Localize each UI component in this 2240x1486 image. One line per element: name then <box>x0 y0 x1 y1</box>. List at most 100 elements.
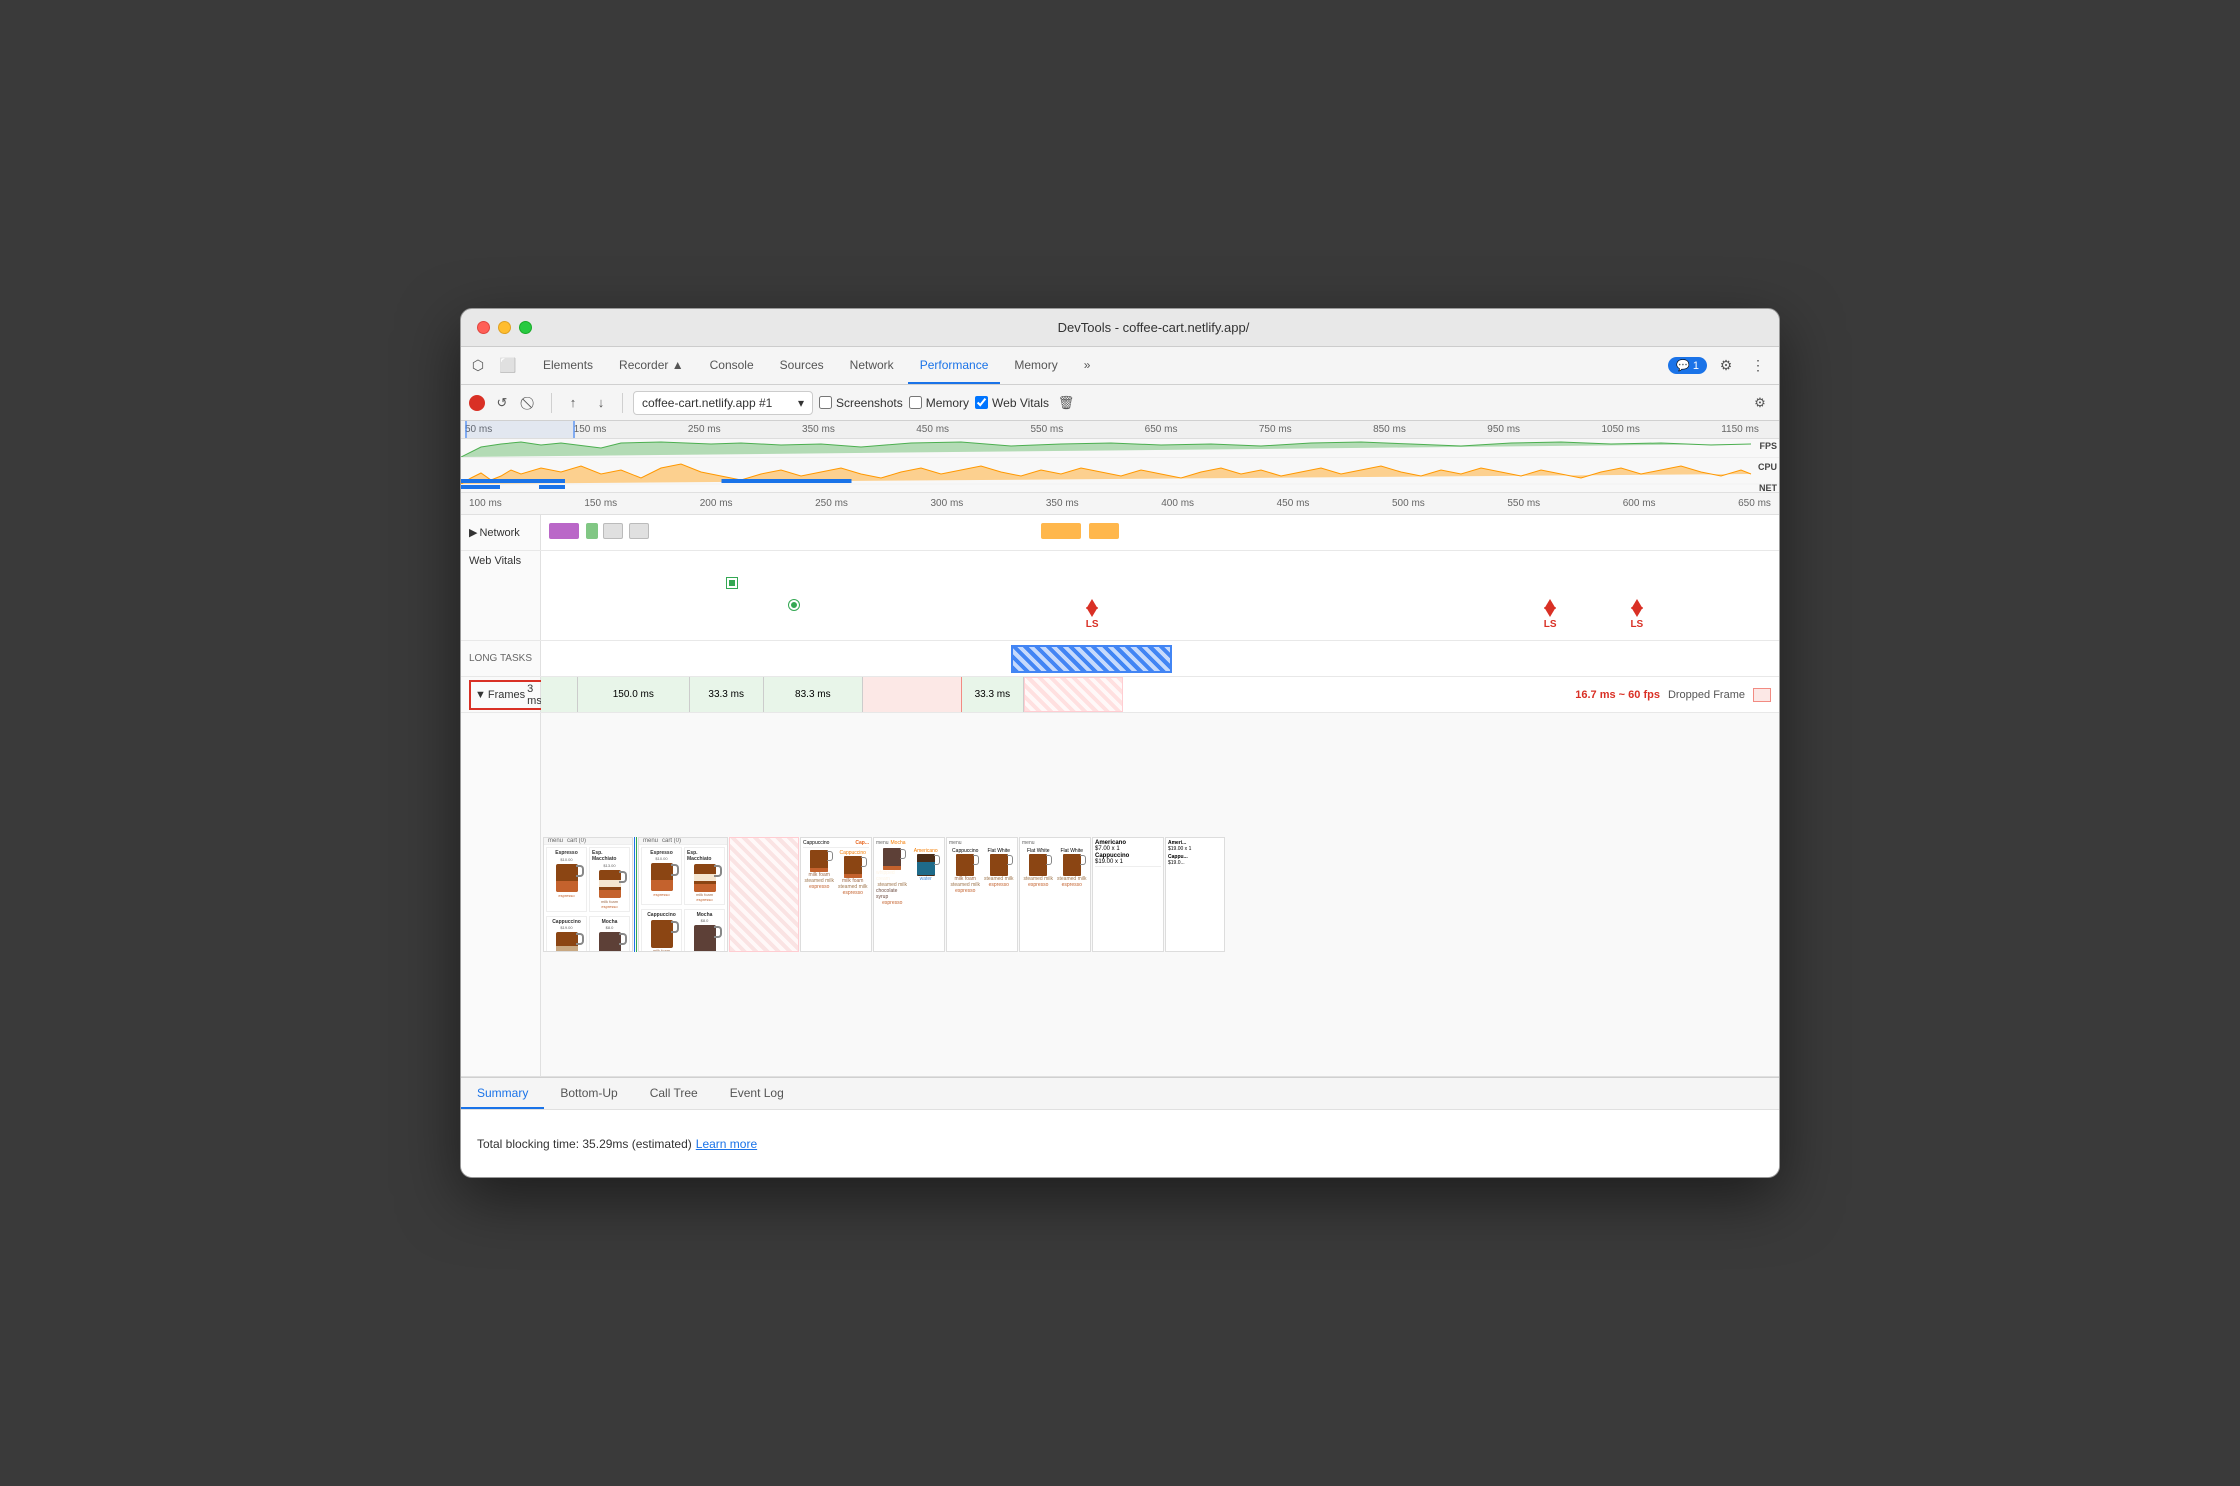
tracks-area: ▶ Network Web Vitals <box>461 515 1779 1077</box>
screenshot-thumb-6[interactable]: menu Flat White steamed milk espresso <box>1019 837 1091 952</box>
tab-performance[interactable]: Performance <box>908 347 1001 384</box>
tab-call-tree[interactable]: Call Tree <box>634 1078 714 1109</box>
save-profile-button[interactable]: ↓ <box>590 392 612 414</box>
learn-more-link[interactable]: Learn more <box>696 1137 757 1151</box>
tab-summary[interactable]: Summary <box>461 1078 544 1109</box>
tab-event-log[interactable]: Event Log <box>714 1078 800 1109</box>
more-options-icon[interactable]: ⋮ <box>1745 353 1771 379</box>
frame-seg-3[interactable]: 33.3 ms <box>690 677 764 712</box>
reload-record-button[interactable]: ↺ <box>491 392 513 414</box>
screenshot-thumb-8[interactable]: Ameri... $19.00 x 1 Cappu... $19.0... <box>1165 837 1225 952</box>
screenshots-checkbox[interactable] <box>819 396 832 409</box>
net-request-6[interactable] <box>1089 523 1119 539</box>
frames-selected-ms: 3 ms <box>527 683 542 707</box>
net-row: NET <box>461 485 1779 493</box>
frame-seg-2[interactable]: 150.0 ms <box>578 677 689 712</box>
tab-bottom-up[interactable]: Bottom-Up <box>544 1078 633 1109</box>
main-ruler-300ms: 300 ms <box>931 498 964 509</box>
ruler-mark-1150ms: 1150 ms <box>1721 424 1759 435</box>
screenshot-thumb-2[interactable]: menucart (0) Espresso $10.00 espresso <box>638 837 728 952</box>
net-request-3[interactable] <box>603 523 623 539</box>
frame-dropped-2[interactable] <box>1024 677 1123 712</box>
url-selector[interactable]: coffee-cart.netlify.app #1 ▾ <box>633 391 813 415</box>
long-tasks-content <box>541 641 1779 676</box>
tab-recorder[interactable]: Recorder ▲ <box>607 347 696 384</box>
wv-dot-1 <box>727 578 737 588</box>
screenshot-thumb-5[interactable]: menu Cappuccino milk foam steamed milk <box>946 837 1018 952</box>
ruler-mark-850ms: 850 ms <box>1373 424 1406 435</box>
frame-seg-1[interactable] <box>541 677 578 712</box>
memory-checkbox[interactable] <box>909 396 922 409</box>
tab-elements[interactable]: Elements <box>531 347 605 384</box>
selection-region[interactable] <box>465 421 575 438</box>
minimize-button[interactable] <box>498 321 511 334</box>
close-button[interactable] <box>477 321 490 334</box>
long-task-bar[interactable] <box>1011 645 1172 673</box>
dropped-frame-notice: 16.7 ms ~ 60 fps Dropped Frame <box>1575 688 1771 702</box>
main-ruler-350ms: 350 ms <box>1046 498 1079 509</box>
capture-settings-button[interactable]: ⚙ <box>1749 392 1771 414</box>
frames-track-content[interactable]: 150.0 ms 33.3 ms 83.3 ms 33.3 ms 16.7 ms… <box>541 677 1779 712</box>
cpu-label: CPU <box>1758 462 1777 472</box>
screenshot-thumb-7[interactable]: Americano $7.00 x 1 Cappuccino $19.00 x … <box>1092 837 1164 952</box>
tab-sources[interactable]: Sources <box>768 347 836 384</box>
webvitals-checkbox[interactable] <box>975 396 988 409</box>
frame-dropped-1[interactable] <box>863 677 962 712</box>
frames-track: ▼ Frames 3 ms 150.0 ms 33.3 ms 83.3 ms 3… <box>461 677 1779 713</box>
frames-label[interactable]: ▼ Frames 3 ms <box>461 677 541 712</box>
screenshots-label-area <box>461 713 541 1076</box>
record-button[interactable] <box>469 395 485 411</box>
frame-seg-5[interactable]: 33.3 ms <box>962 677 1024 712</box>
long-tasks-label: LONG TASKS <box>461 641 541 676</box>
net-request-4[interactable] <box>629 523 649 539</box>
settings-icon[interactable]: ⚙ <box>1713 353 1739 379</box>
tab-bar-left-icons: ⬡ ⬜ <box>465 347 529 384</box>
load-profile-button[interactable]: ↑ <box>562 392 584 414</box>
main-ruler-200ms: 200 ms <box>700 498 733 509</box>
main-ruler-500ms: 500 ms <box>1392 498 1425 509</box>
toolbar: ↺ ⃠ ↑ ↓ coffee-cart.netlify.app #1 ▾ Scr… <box>461 385 1779 421</box>
device-mode-icon[interactable]: ⬜ <box>495 353 521 379</box>
ruler-mark-350ms: 350 ms <box>802 424 835 435</box>
screenshot-thumb-3[interactable]: CappuccinoCap... milk foam steamed mi <box>800 837 872 952</box>
frame-seg-4[interactable]: 83.3 ms <box>764 677 863 712</box>
tab-more[interactable]: » <box>1072 347 1103 384</box>
screenshots-checkbox-group[interactable]: Screenshots <box>819 396 903 410</box>
tab-bar-right: 💬 1 ⚙ ⋮ <box>1668 347 1775 384</box>
net-request-1[interactable] <box>549 523 579 539</box>
inspect-icon[interactable]: ⬡ <box>465 353 491 379</box>
ruler-mark-650ms: 650 ms <box>1145 424 1178 435</box>
tab-memory[interactable]: Memory <box>1002 347 1069 384</box>
chat-badge[interactable]: 💬 1 <box>1668 357 1707 374</box>
screenshot-thumb-1[interactable]: menucart (0) Espresso $10.00 espresso <box>543 837 633 952</box>
main-ruler-650ms: 650 ms <box>1738 498 1771 509</box>
screenshots-strip: menucart (0) Espresso $10.00 espresso <box>461 713 1779 1077</box>
timeline-cursor-2 <box>636 837 637 952</box>
webvitals-track: Web Vitals LS LS <box>461 551 1779 641</box>
bottom-content: Total blocking time: 35.29ms (estimated)… <box>461 1110 1779 1177</box>
main-content: 50 ms 150 ms 250 ms 350 ms 450 ms 550 ms… <box>461 421 1779 1177</box>
memory-checkbox-group[interactable]: Memory <box>909 396 969 410</box>
maximize-button[interactable] <box>519 321 532 334</box>
tab-network[interactable]: Network <box>838 347 906 384</box>
net-request-5[interactable] <box>1041 523 1081 539</box>
net-request-2[interactable] <box>586 523 598 539</box>
toolbar-right: ⚙ <box>1749 392 1771 414</box>
overview-timeline[interactable]: 50 ms 150 ms 250 ms 350 ms 450 ms 550 ms… <box>461 421 1779 493</box>
screenshot-thumb-4[interactable]: menuMocha whipped cream steamed milk <box>873 837 945 952</box>
delete-recording-button[interactable]: 🗑 <box>1055 392 1077 414</box>
wv-dot-2 <box>789 600 799 610</box>
clear-button[interactable]: ⃠ <box>519 392 541 414</box>
ruler-mark-450ms: 450 ms <box>916 424 949 435</box>
main-ruler-250ms: 250 ms <box>815 498 848 509</box>
ruler-mark-550ms: 550 ms <box>1030 424 1063 435</box>
tab-console[interactable]: Console <box>698 347 766 384</box>
title-bar: DevTools - coffee-cart.netlify.app/ <box>461 309 1779 347</box>
webvitals-checkbox-group[interactable]: Web Vitals <box>975 396 1049 410</box>
more-screenshots: CappuccinoCap... milk foam steamed mi <box>800 837 1777 952</box>
main-ruler-100ms: 100 ms <box>469 498 502 509</box>
dropped-frame-swatch <box>1753 688 1771 702</box>
network-track-label[interactable]: ▶ Network <box>461 515 541 550</box>
dropped-frame-text: Dropped Frame <box>1668 689 1745 701</box>
divider-2 <box>622 393 623 413</box>
